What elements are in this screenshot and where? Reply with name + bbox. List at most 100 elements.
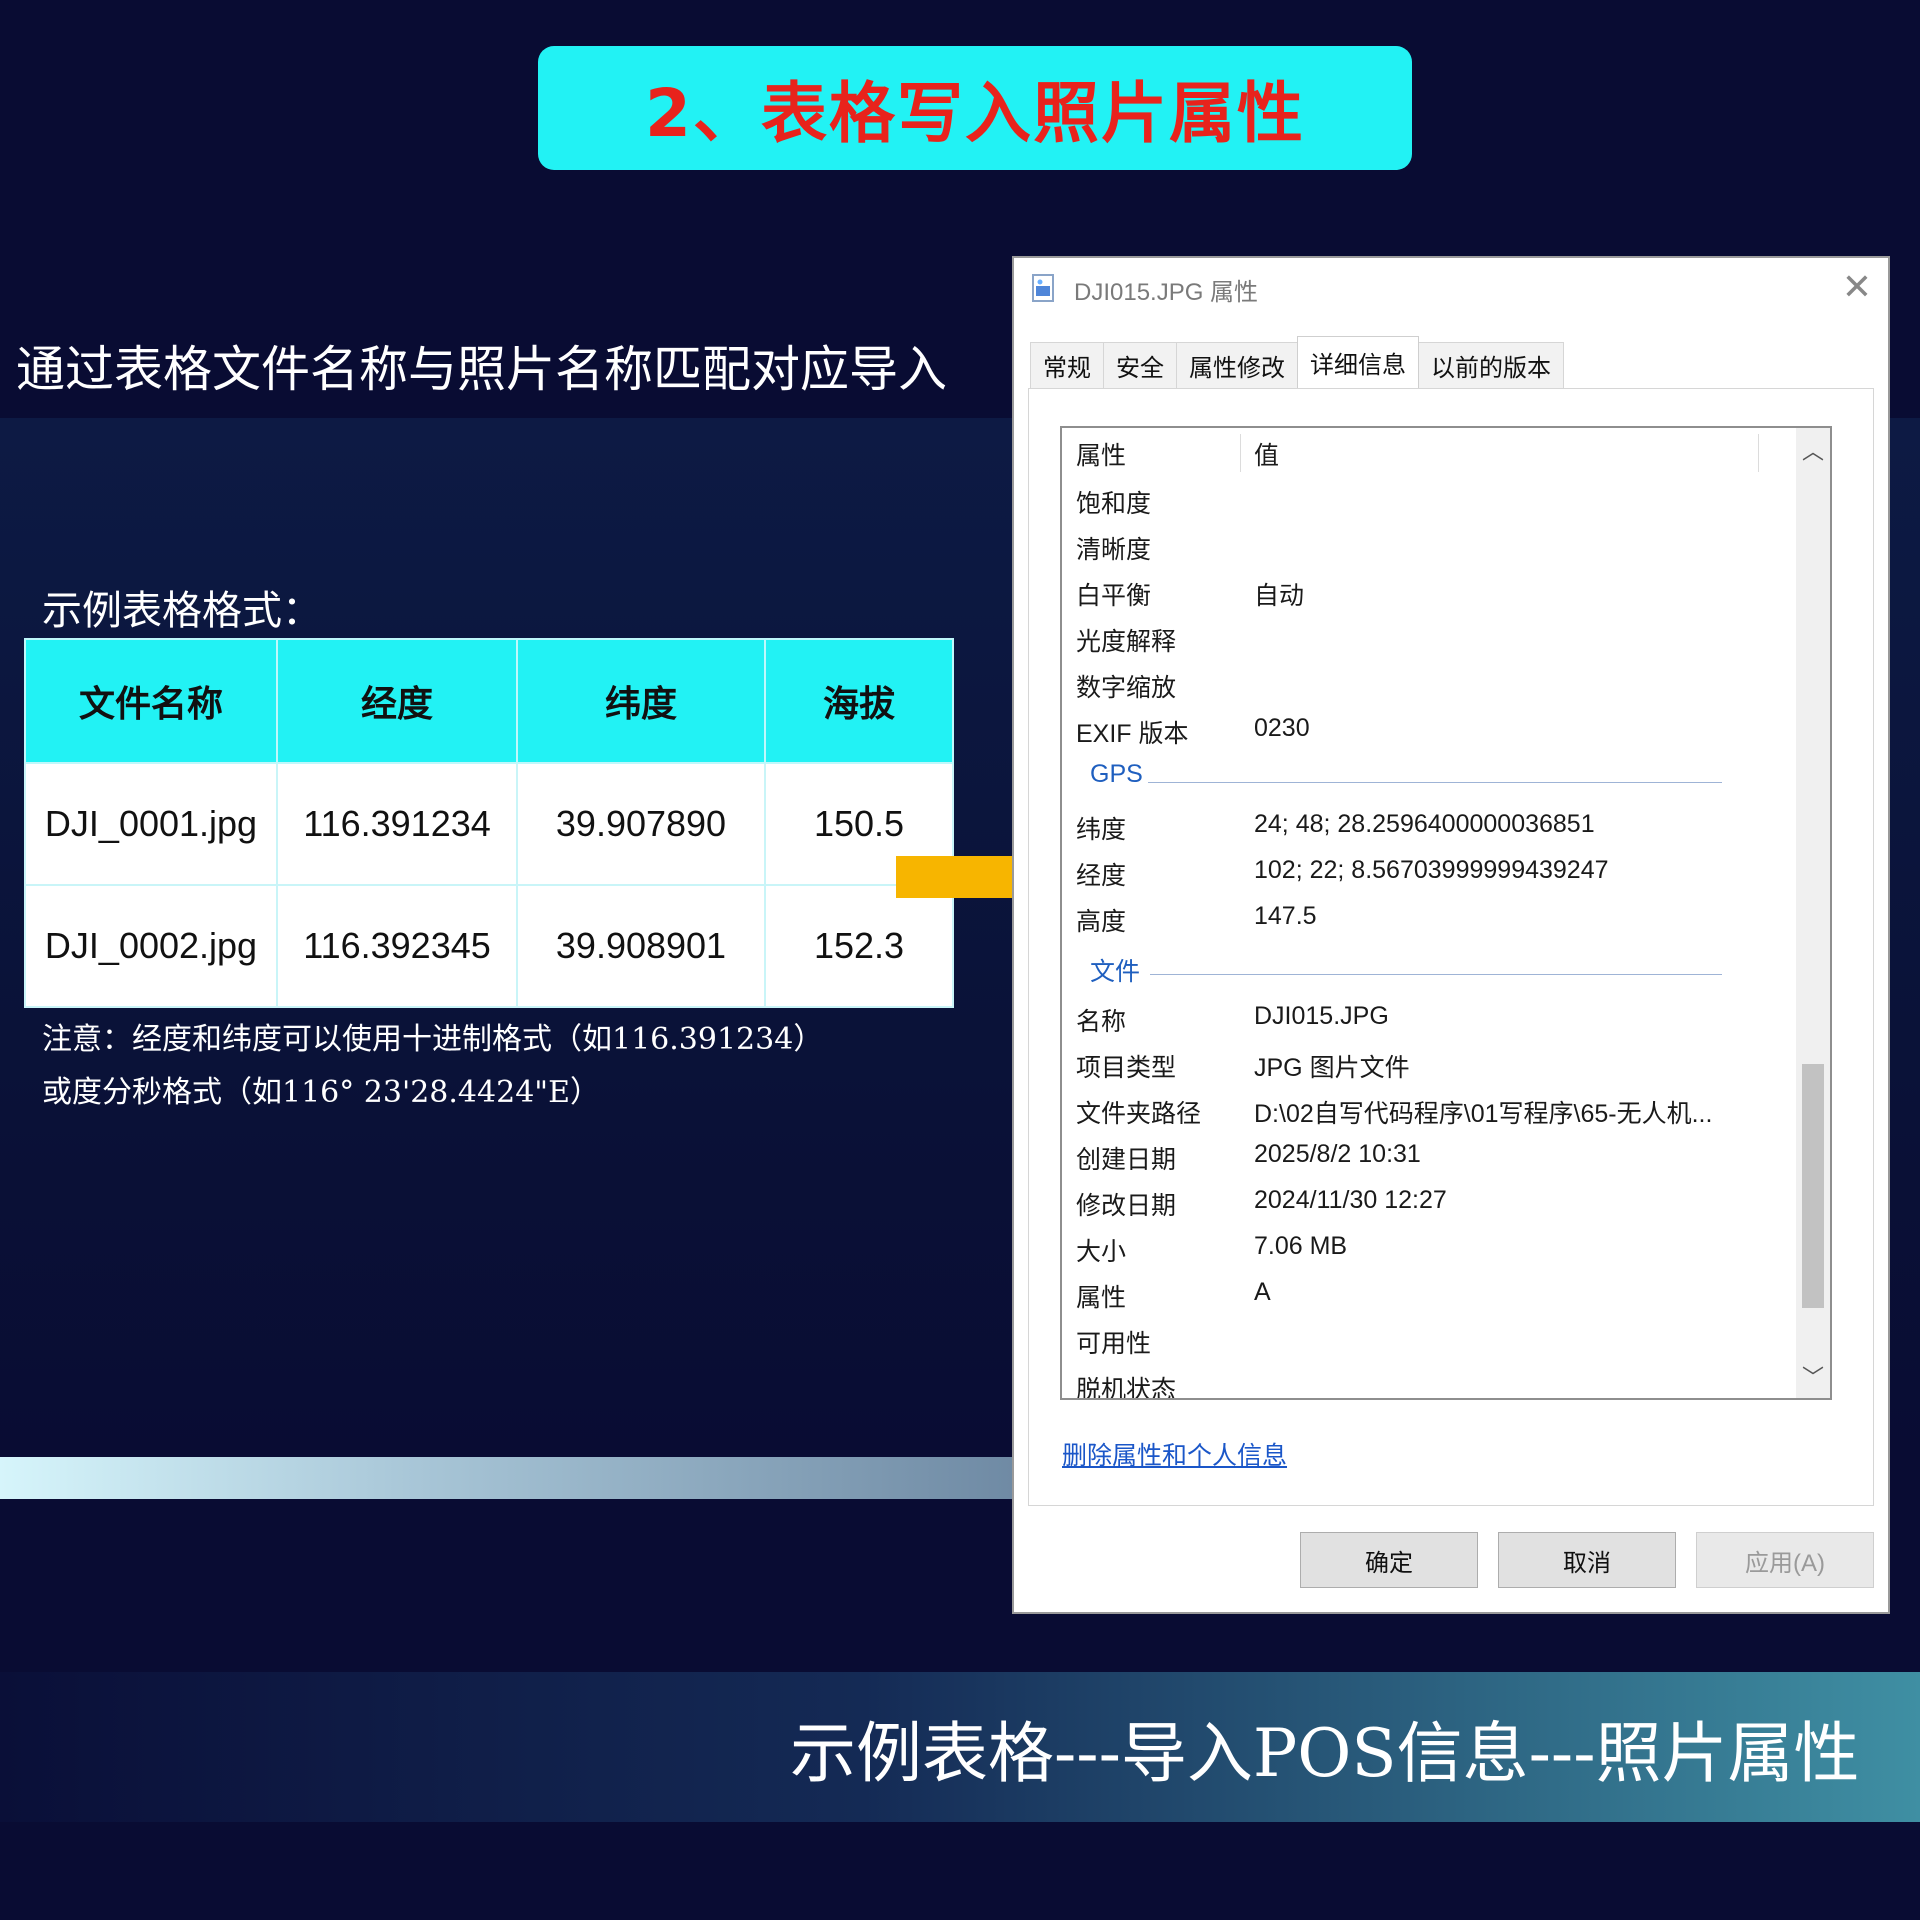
property-name: EXIF 版本 <box>1076 720 1189 748</box>
scrollbar-thumb[interactable] <box>1802 1064 1824 1308</box>
property-row[interactable]: 文件夹路径 D:\02自写代码程序\01写程序\65-无人机... <box>1062 1086 1762 1130</box>
remove-properties-link[interactable]: 删除属性和个人信息 <box>1062 1436 1287 1472</box>
group-label: GPS <box>1090 760 1143 788</box>
property-name: 白平衡 <box>1076 582 1152 610</box>
close-icon[interactable]: ✕ <box>1842 266 1872 308</box>
property-row[interactable]: 纬度 24; 48; 28.2596400000036851 <box>1062 802 1762 846</box>
column-divider[interactable] <box>1758 434 1759 472</box>
property-value: 147.5 <box>1254 902 1317 930</box>
tab-security[interactable]: 安全 <box>1103 342 1177 388</box>
property-value: 7.06 MB <box>1254 1232 1348 1260</box>
property-row[interactable]: 名称 DJI015.JPG <box>1062 994 1762 1038</box>
property-name: 高度 <box>1076 908 1127 936</box>
ok-button[interactable]: 确定 <box>1300 1532 1478 1588</box>
table-caption: 示例表格格式： <box>42 588 322 634</box>
table-cell: 39.907890 <box>516 762 766 886</box>
format-note: 注意：经度和纬度可以使用十进制格式（如116.391234） 或度分秒格式（如1… <box>42 1013 823 1119</box>
property-name: 光度解释 <box>1076 628 1177 656</box>
table-cell: 116.391234 <box>276 762 518 886</box>
sample-table: 文件名称 经度 纬度 海拔 DJI_0001.jpg 116.391234 39… <box>24 638 954 1008</box>
property-name: 创建日期 <box>1076 1146 1177 1174</box>
apply-button[interactable]: 应用(A) <box>1696 1532 1874 1588</box>
table-cell: 116.392345 <box>276 884 518 1008</box>
tab-previous-versions[interactable]: 以前的版本 <box>1418 342 1564 388</box>
property-row[interactable]: 修改日期 2024/11/30 12:27 <box>1062 1178 1762 1222</box>
column-header-value[interactable]: 值 <box>1254 436 1279 472</box>
property-name: 名称 <box>1076 1008 1127 1036</box>
tab-details[interactable]: 详细信息 <box>1297 336 1419 388</box>
property-row[interactable]: 创建日期 2025/8/2 10:31 <box>1062 1132 1762 1176</box>
scroll-up-icon[interactable]: ︿ <box>1796 432 1830 468</box>
property-name: 文件夹路径 <box>1076 1100 1202 1128</box>
table-header-cell: 海拔 <box>764 638 954 764</box>
property-list[interactable]: 属性 值 饱和度 清晰度 白平衡 自动 光度解释 数字缩放 EXIF 版本 02… <box>1060 426 1832 1400</box>
table-cell: 39.908901 <box>516 884 766 1008</box>
property-name: 脱机状态 <box>1076 1376 1177 1400</box>
group-divider <box>1148 782 1722 783</box>
property-name: 项目类型 <box>1076 1054 1177 1082</box>
property-name: 饱和度 <box>1076 490 1152 518</box>
property-row[interactable]: 脱机状态 <box>1062 1362 1762 1400</box>
column-header-property[interactable]: 属性 <box>1076 436 1126 472</box>
group-header-file: 文件 <box>1062 946 1762 990</box>
table-row: DJI_0002.jpg 116.392345 39.908901 152.3 <box>24 884 954 1008</box>
tab-property-edit[interactable]: 属性修改 <box>1176 342 1298 388</box>
property-row[interactable]: 大小 7.06 MB <box>1062 1224 1762 1268</box>
property-value: 自动 <box>1254 582 1305 610</box>
property-value: 0230 <box>1254 714 1310 742</box>
property-name: 数字缩放 <box>1076 674 1177 702</box>
property-name: 清晰度 <box>1076 536 1152 564</box>
tab-bar: 常规 安全 属性修改 详细信息 以前的版本 <box>1030 336 1564 388</box>
note-line: 注意：经度和纬度可以使用十进制格式（如116.391234） <box>42 1022 824 1057</box>
property-row[interactable]: 数字缩放 <box>1062 660 1762 704</box>
image-file-icon <box>1032 274 1054 302</box>
property-value: 102; 22; 8.56703999999439247 <box>1254 856 1609 884</box>
bottom-caption: 示例表格---导入POS信息---照片属性 <box>790 1715 1860 1792</box>
title-banner: 2、表格写入照片属性 <box>538 46 1412 170</box>
column-divider[interactable] <box>1240 434 1241 472</box>
property-value: D:\02自写代码程序\01写程序\65-无人机... <box>1254 1100 1713 1128</box>
property-name: 大小 <box>1076 1238 1127 1266</box>
group-label: 文件 <box>1090 958 1141 986</box>
tab-general[interactable]: 常规 <box>1030 342 1104 388</box>
slide-title: 2、表格写入照片属性 <box>645 75 1305 152</box>
property-row[interactable]: 光度解释 <box>1062 614 1762 658</box>
property-value: 24; 48; 28.2596400000036851 <box>1254 810 1595 838</box>
property-value: DJI015.JPG <box>1254 1002 1389 1030</box>
dialog-titlebar: DJI015.JPG 属性 ✕ <box>1014 258 1888 320</box>
slide-subtitle: 通过表格文件名称与照片名称匹配对应导入 <box>16 341 948 398</box>
property-row[interactable]: 清晰度 <box>1062 522 1762 566</box>
property-row[interactable]: 饱和度 <box>1062 476 1762 520</box>
vertical-scrollbar[interactable]: ︿ ﹀ <box>1796 428 1830 1398</box>
scroll-down-icon[interactable]: ﹀ <box>1796 1358 1830 1394</box>
property-value: 2025/8/2 10:31 <box>1254 1140 1421 1168</box>
column-header: 属性 值 <box>1062 428 1830 476</box>
table-cell: DJI_0001.jpg <box>24 762 278 886</box>
property-name: 属性 <box>1076 1284 1127 1312</box>
table-header-cell: 纬度 <box>516 638 766 764</box>
property-name: 可用性 <box>1076 1330 1152 1358</box>
property-row[interactable]: 项目类型 JPG 图片文件 <box>1062 1040 1762 1084</box>
properties-dialog: DJI015.JPG 属性 ✕ 常规 安全 属性修改 详细信息 以前的版本 属性… <box>1012 256 1890 1614</box>
note-line: 或度分秒格式（如116° 23'28.4424"E） <box>42 1075 600 1110</box>
property-row[interactable]: 高度 147.5 <box>1062 894 1762 938</box>
property-row[interactable]: EXIF 版本 0230 <box>1062 706 1762 750</box>
property-row[interactable]: 属性 A <box>1062 1270 1762 1314</box>
cancel-button[interactable]: 取消 <box>1498 1532 1676 1588</box>
property-name: 经度 <box>1076 862 1127 890</box>
property-row[interactable]: 可用性 <box>1062 1316 1762 1360</box>
group-divider <box>1150 974 1722 975</box>
group-header-gps: GPS <box>1062 754 1762 798</box>
property-row[interactable]: 经度 102; 22; 8.56703999999439247 <box>1062 848 1762 892</box>
table-header-cell: 经度 <box>276 638 518 764</box>
property-value: 2024/11/30 12:27 <box>1254 1186 1447 1214</box>
table-row: DJI_0001.jpg 116.391234 39.907890 150.5 <box>24 762 954 886</box>
property-name: 修改日期 <box>1076 1192 1177 1220</box>
property-row[interactable]: 白平衡 自动 <box>1062 568 1762 612</box>
property-value: JPG 图片文件 <box>1254 1054 1410 1082</box>
table-header-cell: 文件名称 <box>24 638 278 764</box>
table-cell: DJI_0002.jpg <box>24 884 278 1008</box>
property-name: 纬度 <box>1076 816 1127 844</box>
decorative-bar <box>0 1457 1015 1499</box>
property-value: A <box>1254 1278 1271 1306</box>
